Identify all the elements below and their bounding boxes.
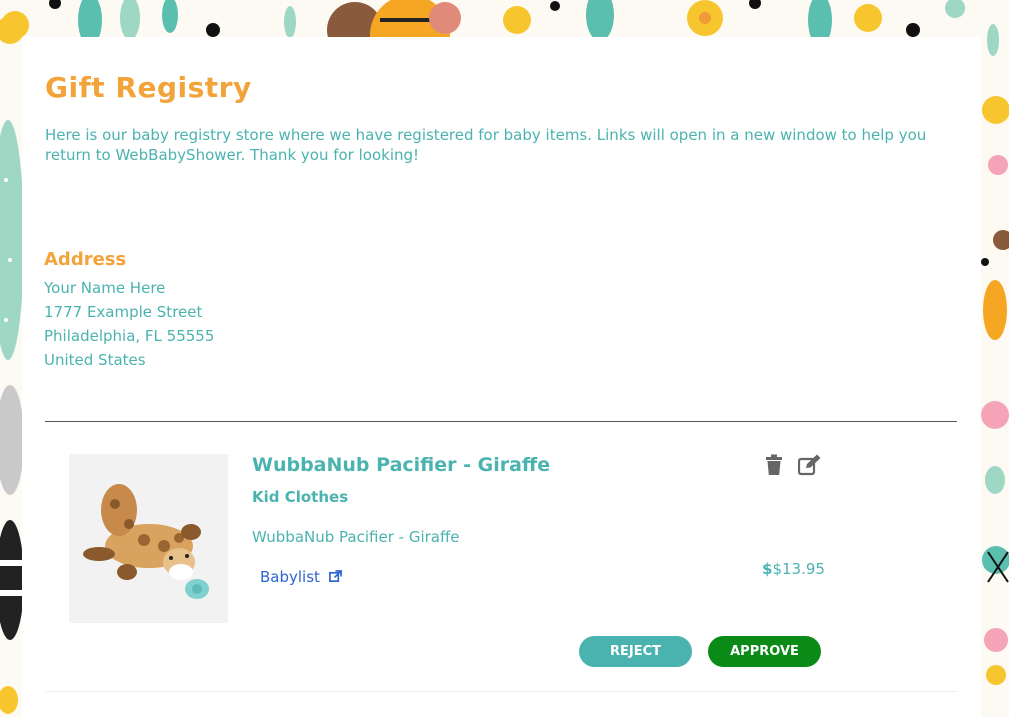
address-street: 1777 Example Street <box>44 303 203 321</box>
registry-card: Gift Registry Here is our baby registry … <box>22 37 981 717</box>
item-price: $$13.95 <box>762 560 825 578</box>
item-category: Kid Clothes <box>252 488 349 506</box>
address-city: Philadelphia, FL 55555 <box>44 327 215 345</box>
edit-icon[interactable] <box>797 454 821 476</box>
price-currency: $ <box>762 560 773 578</box>
store-link-label: Babylist <box>260 568 320 586</box>
address-country: United States <box>44 351 146 369</box>
trash-icon[interactable] <box>764 454 786 476</box>
intro-text: Here is our baby registry store where we… <box>45 126 927 164</box>
page-title: Gift Registry <box>45 71 252 104</box>
store-link[interactable]: Babylist <box>260 568 342 587</box>
giraffe-pacifier-image[interactable] <box>69 454 228 623</box>
price-value: $13.95 <box>772 560 825 578</box>
item-divider <box>45 691 957 692</box>
address-heading: Address <box>44 249 127 270</box>
item-description: WubbaNub Pacifier - Giraffe <box>252 528 460 546</box>
item-title: WubbaNub Pacifier - Giraffe <box>252 454 551 476</box>
approve-button[interactable]: APPROVE <box>708 636 821 667</box>
section-divider <box>45 421 957 422</box>
reject-button[interactable]: REJECT <box>579 636 692 667</box>
external-link-icon <box>328 569 342 587</box>
address-name: Your Name Here <box>44 279 166 297</box>
